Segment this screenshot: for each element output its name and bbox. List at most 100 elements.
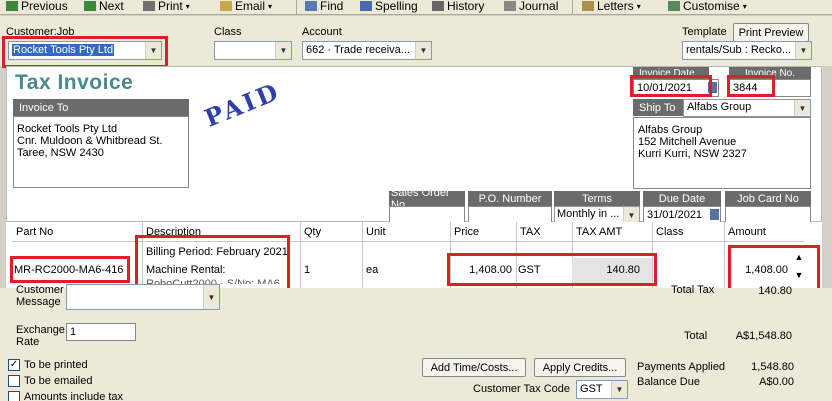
terms-value: Monthly in ... xyxy=(557,208,620,220)
journal-button[interactable]: Journal xyxy=(504,0,558,14)
checkmark-icon: ✓ xyxy=(9,359,19,370)
total-tax-value: 140.80 xyxy=(758,285,792,297)
next-button[interactable]: Next xyxy=(84,0,124,14)
ship-to-box[interactable]: Alfabs Group 152 Mitchell Avenue Kurri K… xyxy=(633,117,811,189)
chevron-down-icon[interactable]: ▾ xyxy=(268,2,272,11)
payments-applied-label: Payments Applied xyxy=(637,361,726,373)
highlight-customer xyxy=(2,36,168,68)
highlight-price-tax xyxy=(447,253,657,286)
amounts-include-tax-label[interactable]: Amounts include tax xyxy=(24,391,123,401)
to-be-printed-label[interactable]: To be printed xyxy=(24,359,88,371)
highlight-invoice-date xyxy=(630,75,712,97)
customise-button[interactable]: Customise ▾ xyxy=(668,0,747,14)
total-label: Total xyxy=(684,330,708,342)
unit-cell[interactable]: ea xyxy=(366,264,378,276)
letters-button[interactable]: Letters ▾ xyxy=(582,0,641,14)
balance-due-value: A$0.00 xyxy=(759,376,794,388)
account-select[interactable]: 662 · Trade receiva... ▼ xyxy=(302,41,432,60)
account-value: 662 · Trade receiva... xyxy=(306,44,410,56)
form-title: Tax Invoice xyxy=(15,71,134,94)
invoice-footer: Customer Message ▼ Total Tax 140.80 Exch… xyxy=(0,284,832,401)
class-label: Class xyxy=(214,26,242,38)
find-button[interactable]: Find xyxy=(305,0,343,14)
toolbar-divider xyxy=(572,0,573,14)
class-select[interactable]: ▼ xyxy=(214,41,292,60)
history-icon xyxy=(432,1,444,11)
qty-cell[interactable]: 1 xyxy=(304,264,310,276)
next-arrow-icon xyxy=(84,1,96,11)
customer-tax-code-select[interactable]: GST ▼ xyxy=(576,380,628,399)
chevron-down-icon[interactable]: ▼ xyxy=(415,42,431,59)
history-button[interactable]: History xyxy=(432,0,484,14)
column-header-class[interactable]: Class xyxy=(652,222,724,242)
chevron-down-icon[interactable]: ▾ xyxy=(186,2,190,11)
spelling-icon xyxy=(360,1,372,11)
balance-due-label: Balance Due xyxy=(637,376,700,388)
total-tax-label: Total Tax xyxy=(671,284,715,296)
chevron-down-icon[interactable]: ▼ xyxy=(203,285,219,309)
to-be-emailed-label[interactable]: To be emailed xyxy=(24,375,93,387)
letters-icon xyxy=(582,1,594,11)
chevron-down-icon[interactable]: ▼ xyxy=(795,42,811,59)
previous-button[interactable]: Previous xyxy=(6,0,68,14)
column-header-price[interactable]: Price xyxy=(450,222,516,242)
column-header-tax[interactable]: TAX xyxy=(516,222,572,242)
highlight-invoice-no xyxy=(727,75,775,97)
print-preview-button[interactable]: Print Preview xyxy=(733,23,809,42)
template-label: Template xyxy=(682,26,727,38)
template-value: rentals/Sub : Recko... xyxy=(686,44,792,56)
ship-to-label: Ship To xyxy=(633,99,683,116)
previous-arrow-icon xyxy=(6,1,18,11)
calendar-icon[interactable] xyxy=(710,209,719,220)
column-divider xyxy=(362,222,363,288)
toolbar-divider xyxy=(296,0,297,14)
column-header-tax-amt[interactable]: TAX AMT xyxy=(572,222,652,242)
spelling-button[interactable]: Spelling xyxy=(360,0,418,14)
customise-icon xyxy=(668,1,680,11)
chevron-down-icon[interactable]: ▼ xyxy=(794,100,810,116)
invoice-to-box[interactable]: Rocket Tools Pty Ltd Cnr. Muldoon & Whit… xyxy=(13,116,189,188)
invoice-to-header: Invoice To xyxy=(13,99,189,116)
chevron-down-icon[interactable]: ▾ xyxy=(743,2,747,11)
ship-to-select[interactable]: Alfabs Group ▼ xyxy=(683,99,811,117)
account-label: Account xyxy=(302,26,342,38)
email-button[interactable]: Email ▾ xyxy=(220,0,272,14)
customer-tax-code-value: GST xyxy=(580,383,603,395)
chevron-down-icon[interactable]: ▼ xyxy=(623,207,639,223)
toolbar: Previous Next Print ▾ Email ▾ Find Spellin… xyxy=(0,0,832,15)
customer-message-label: Customer Message xyxy=(16,284,64,308)
invoice-to-address: Rocket Tools Pty Ltd Cnr. Muldoon & Whit… xyxy=(17,123,163,159)
chevron-down-icon[interactable]: ▼ xyxy=(611,381,627,398)
print-button[interactable]: Print ▾ xyxy=(143,0,190,14)
customer-tax-code-label: Customer Tax Code xyxy=(473,383,571,395)
column-header-unit[interactable]: Unit xyxy=(362,222,450,242)
column-header-qty[interactable]: Qty xyxy=(300,222,362,242)
due-date-label: Due Date xyxy=(643,191,721,206)
payments-applied-value: 1,548.80 xyxy=(751,361,794,373)
chevron-down-icon[interactable]: ▾ xyxy=(637,2,641,11)
column-header-amount[interactable]: Amount xyxy=(724,222,804,242)
customer-message-select[interactable]: ▼ xyxy=(66,284,220,310)
sales-order-label: Sales Order No xyxy=(389,187,465,211)
to-be-emailed-checkbox[interactable] xyxy=(8,375,20,387)
column-divider xyxy=(724,222,725,288)
due-date-value: 31/01/2021 xyxy=(647,209,703,221)
chevron-down-icon[interactable]: ▼ xyxy=(275,42,291,59)
template-select[interactable]: rentals/Sub : Recko... ▼ xyxy=(682,41,812,60)
highlight-part-no xyxy=(10,256,130,283)
total-value: A$1,548.80 xyxy=(735,330,792,342)
column-divider xyxy=(300,222,301,288)
envelope-icon xyxy=(220,1,232,11)
apply-credits-button[interactable]: Apply Credits... xyxy=(534,358,626,377)
journal-icon xyxy=(504,1,516,11)
exchange-rate-field[interactable]: 1 xyxy=(66,323,136,341)
add-time-costs-button[interactable]: Add Time/Costs... xyxy=(422,358,526,377)
highlight-description xyxy=(135,235,290,291)
column-header-part-no[interactable]: Part No xyxy=(12,222,142,242)
printer-icon xyxy=(143,1,155,11)
terms-label: Terms xyxy=(554,191,640,206)
to-be-printed-checkbox[interactable]: ✓ xyxy=(8,359,20,371)
job-card-label: Job Card No xyxy=(725,191,811,206)
amounts-include-tax-checkbox[interactable] xyxy=(8,391,20,401)
po-number-label: P.O. Number xyxy=(468,191,552,206)
